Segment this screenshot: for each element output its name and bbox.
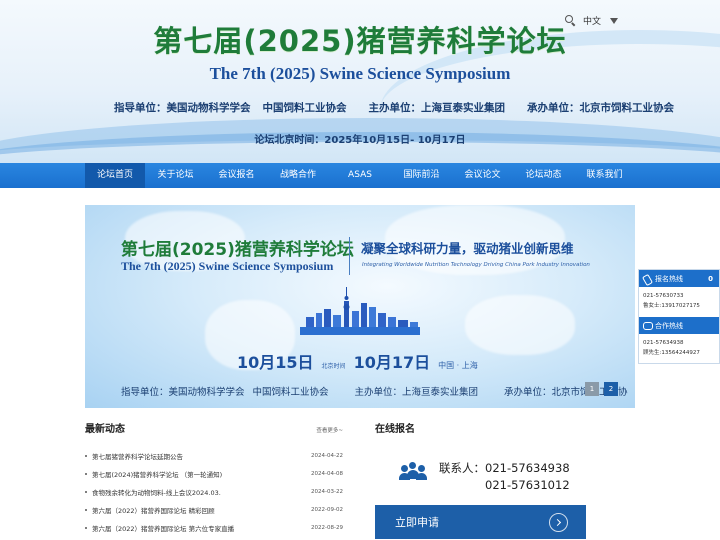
banner-slogan-en: Integrating Worldwide Nutrition Technolo… bbox=[362, 262, 590, 268]
news-item-date: 2024-03-22 bbox=[311, 489, 343, 495]
hotline-extra: 0 bbox=[708, 274, 713, 283]
banner-divider bbox=[349, 237, 350, 275]
map-decor bbox=[465, 295, 575, 355]
organizer-org: 承办单位：北京市饲料工业协会 bbox=[527, 102, 674, 114]
bullet-icon bbox=[85, 491, 87, 493]
slider-dot-2[interactable]: 2 bbox=[604, 382, 618, 396]
registration-contact: 联系人：021-57634938 021-57631012 bbox=[399, 460, 570, 494]
nav-item-about[interactable]: 关于论坛 bbox=[145, 163, 206, 188]
nav-item-papers[interactable]: 会议论文 bbox=[452, 163, 513, 188]
registration-header: 在线报名 bbox=[375, 420, 590, 435]
bullet-icon bbox=[85, 527, 87, 529]
banner-title: 第七届(2025)猪营养科学论坛 bbox=[121, 240, 354, 260]
hotline-header[interactable]: 报名热线 0 bbox=[639, 270, 719, 287]
news-item-title: 食物残余转化为动物饲料-线上会议2024.03. bbox=[92, 489, 221, 497]
coop-info: 021-57634938 顾先生:13564244927 bbox=[639, 334, 719, 358]
contact-phone-2: 021-57631012 bbox=[485, 478, 570, 492]
news-item[interactable]: 第七届(2024)猪营养科学论坛 （第一轮通知) 2024-04-08 bbox=[85, 465, 343, 483]
news-section: 最新动态 查看更多~ 第七届猪营养科学论坛延期公告 2024-04-22 第七届… bbox=[85, 420, 343, 537]
news-title: 最新动态 bbox=[85, 424, 125, 435]
news-item[interactable]: 第七届猪营养科学论坛延期公告 2024-04-22 bbox=[85, 447, 343, 465]
slider-dot-1[interactable]: 1 bbox=[585, 382, 599, 396]
news-more-link[interactable]: 查看更多~ bbox=[316, 426, 343, 434]
banner-host: 主办单位：上海亘泰实业集团 bbox=[354, 387, 479, 398]
site-header: 第七届(2025)猪营养科学论坛 The 7th (2025) Swine Sc… bbox=[0, 0, 720, 163]
organizer-line: 指导单位：美国动物科学学会 中国饲料工业协会 主办单位：上海亘泰实业集团 承办单位… bbox=[114, 100, 674, 115]
banner-slogan: 凝聚全球科研力量，驱动猪业创新思维 bbox=[361, 241, 574, 256]
hero-banner[interactable]: 第七届(2025)猪营养科学论坛 The 7th (2025) Swine Sc… bbox=[85, 205, 635, 408]
forum-time: 论坛北京时间：2025年10月15日- 10月17日 bbox=[254, 135, 466, 146]
date-start: 10月15日 bbox=[237, 353, 314, 372]
hotline-person: 鲁女士:13917027175 bbox=[643, 303, 700, 309]
coop-header[interactable]: 合作热线 bbox=[639, 317, 719, 334]
news-header: 最新动态 查看更多~ bbox=[85, 420, 343, 435]
news-list: 第七届猪营养科学论坛延期公告 2024-04-22 第七届(2024)猪营养科学… bbox=[85, 447, 343, 537]
coop-phone: 021-57634938 bbox=[643, 340, 684, 346]
language-switch[interactable]: 中文 bbox=[583, 14, 601, 27]
nav-item-cooperation[interactable]: 战略合作 bbox=[267, 163, 329, 188]
apply-now-button[interactable]: 立即申请 bbox=[375, 505, 586, 539]
news-item-title: 第七届猪营养科学论坛延期公告 bbox=[92, 453, 183, 461]
bullet-icon bbox=[85, 509, 87, 511]
caret-down-icon[interactable] bbox=[610, 17, 619, 24]
chat-icon bbox=[643, 321, 653, 330]
banner-dates: 10月15日 北京时间 10月17日 中国 · 上海 bbox=[237, 349, 478, 373]
nav-item-home[interactable]: 论坛首页 bbox=[85, 163, 145, 188]
nav-item-frontier[interactable]: 国际前沿 bbox=[391, 163, 452, 188]
registration-title: 在线报名 bbox=[375, 424, 415, 435]
news-item-title: 第七届(2024)猪营养科学论坛 （第一轮通知) bbox=[92, 471, 223, 479]
hotline-info: 021-57630733 鲁女士:13917027175 bbox=[639, 287, 719, 311]
nav-item-registration[interactable]: 会议报名 bbox=[206, 163, 267, 188]
date-end: 10月17日 bbox=[353, 353, 431, 372]
registration-section: 在线报名 联系人：021-57634938 021-57631012 立即申请 bbox=[375, 420, 590, 539]
banner-orgs: 指导单位：美国动物科学学会 中国饲料工业协会 主办单位：上海亘泰实业集团 承办单位… bbox=[121, 384, 628, 398]
coop-title: 合作热线 bbox=[655, 321, 683, 330]
hotline-panel: 报名热线 0 021-57630733 鲁女士:13917027175 合作热线… bbox=[638, 269, 720, 364]
bullet-icon bbox=[85, 455, 87, 457]
guide-org-2: 中国饲料工业协会 bbox=[262, 102, 347, 114]
shanghai-skyline-icon bbox=[300, 287, 420, 335]
nav-item-asas[interactable]: ASAS bbox=[329, 163, 391, 188]
news-item[interactable]: 第六届（2022）猪营养国际论坛 精彩回顾 2022-09-02 bbox=[85, 501, 343, 519]
contact-phone-1: 联系人：021-57634938 bbox=[439, 461, 570, 475]
users-icon bbox=[399, 462, 427, 484]
news-item-title: 第六届（2022）猪营养国际论坛 第六位专家直播 bbox=[92, 525, 235, 533]
date-tz: 北京时间 bbox=[321, 363, 346, 370]
hotline-phone: 021-57630733 bbox=[643, 293, 684, 299]
contact-text: 联系人：021-57634938 021-57631012 bbox=[439, 460, 570, 494]
banner-guide-2: 中国饲料工业协会 bbox=[252, 387, 329, 398]
bullet-icon bbox=[85, 473, 87, 475]
news-item-date: 2024-04-22 bbox=[311, 453, 343, 459]
banner-guide: 指导单位：美国动物科学学会 bbox=[121, 387, 245, 398]
site-subtitle: The 7th (2025) Swine Science Symposium bbox=[209, 64, 511, 83]
coop-person: 顾先生:13564244927 bbox=[643, 350, 700, 356]
search-icon[interactable] bbox=[565, 15, 576, 26]
nav-item-contact[interactable]: 联系我们 bbox=[574, 163, 635, 188]
phone-icon bbox=[643, 275, 651, 283]
slider-pagination: 1 2 bbox=[585, 382, 618, 396]
news-item[interactable]: 第六届（2022）猪营养国际论坛 第六位专家直播 2022-08-29 bbox=[85, 519, 343, 537]
event-location: 中国 · 上海 bbox=[438, 361, 478, 370]
news-item-date: 2024-04-08 bbox=[311, 471, 343, 477]
host-org: 主办单位：上海亘泰实业集团 bbox=[368, 102, 506, 114]
apply-button-label: 立即申请 bbox=[395, 516, 439, 529]
nav-item-news[interactable]: 论坛动态 bbox=[513, 163, 574, 188]
top-tools: 中文 bbox=[565, 14, 619, 27]
news-item-date: 2022-09-02 bbox=[311, 507, 343, 513]
news-item-date: 2022-08-29 bbox=[311, 525, 343, 531]
news-item[interactable]: 食物残余转化为动物饲料-线上会议2024.03. 2024-03-22 bbox=[85, 483, 343, 501]
guide-org: 指导单位：美国动物科学学会 bbox=[114, 102, 251, 114]
nav-list: 论坛首页 关于论坛 会议报名 战略合作 ASAS 国际前沿 会议论文 论坛动态 … bbox=[85, 163, 635, 188]
banner-subtitle: The 7th (2025) Swine Science Symposium bbox=[121, 259, 334, 273]
news-item-title: 第六届（2022）猪营养国际论坛 精彩回顾 bbox=[92, 507, 215, 515]
hotline-title: 报名热线 bbox=[655, 274, 683, 283]
chevron-right-icon bbox=[549, 512, 568, 532]
main-nav: 论坛首页 关于论坛 会议报名 战略合作 ASAS 国际前沿 会议论文 论坛动态 … bbox=[0, 163, 720, 188]
